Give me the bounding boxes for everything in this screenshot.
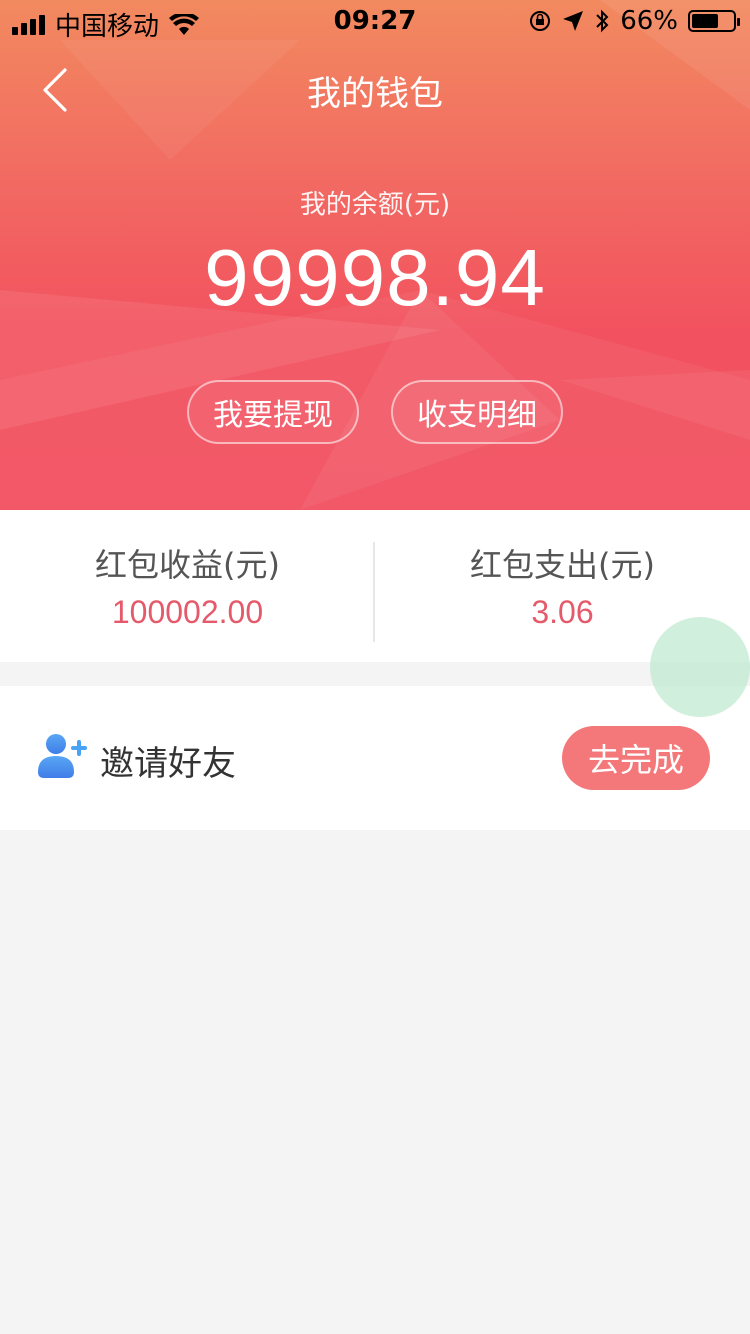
red-packet-stats: 红包收益(元) 100002.00 红包支出(元) 3.06	[0, 510, 750, 662]
battery-percent: 66%	[620, 6, 678, 36]
red-packet-income: 红包收益(元) 100002.00	[0, 510, 375, 662]
invite-friends-row: 邀请好友 去完成	[0, 686, 750, 830]
bluetooth-icon	[596, 9, 609, 33]
transaction-details-button[interactable]: 收支明细	[391, 380, 563, 444]
touch-indicator	[650, 617, 750, 717]
expense-label: 红包支出(元)	[470, 546, 655, 584]
location-arrow-icon	[563, 11, 584, 31]
go-complete-button[interactable]: 去完成	[562, 726, 710, 790]
battery-icon	[688, 10, 740, 32]
page-title: 我的钱包	[307, 74, 443, 114]
orientation-lock-icon	[530, 11, 551, 31]
status-bar: 中国移动 09:27 66%	[0, 0, 750, 42]
income-label: 红包收益(元)	[95, 546, 280, 584]
balance-value: 99998.94	[204, 233, 546, 322]
withdraw-button[interactable]: 我要提现	[187, 380, 359, 444]
add-user-icon	[38, 734, 87, 778]
wallet-header: 中国移动 09:27 66% 我的钱包 我的余额(元) 99998.94 我要提…	[0, 0, 750, 510]
battery-level	[692, 14, 719, 28]
invite-friends-label: 邀请好友	[100, 744, 236, 784]
balance-label: 我的余额(元)	[299, 190, 451, 220]
income-value: 100002.00	[111, 594, 264, 630]
